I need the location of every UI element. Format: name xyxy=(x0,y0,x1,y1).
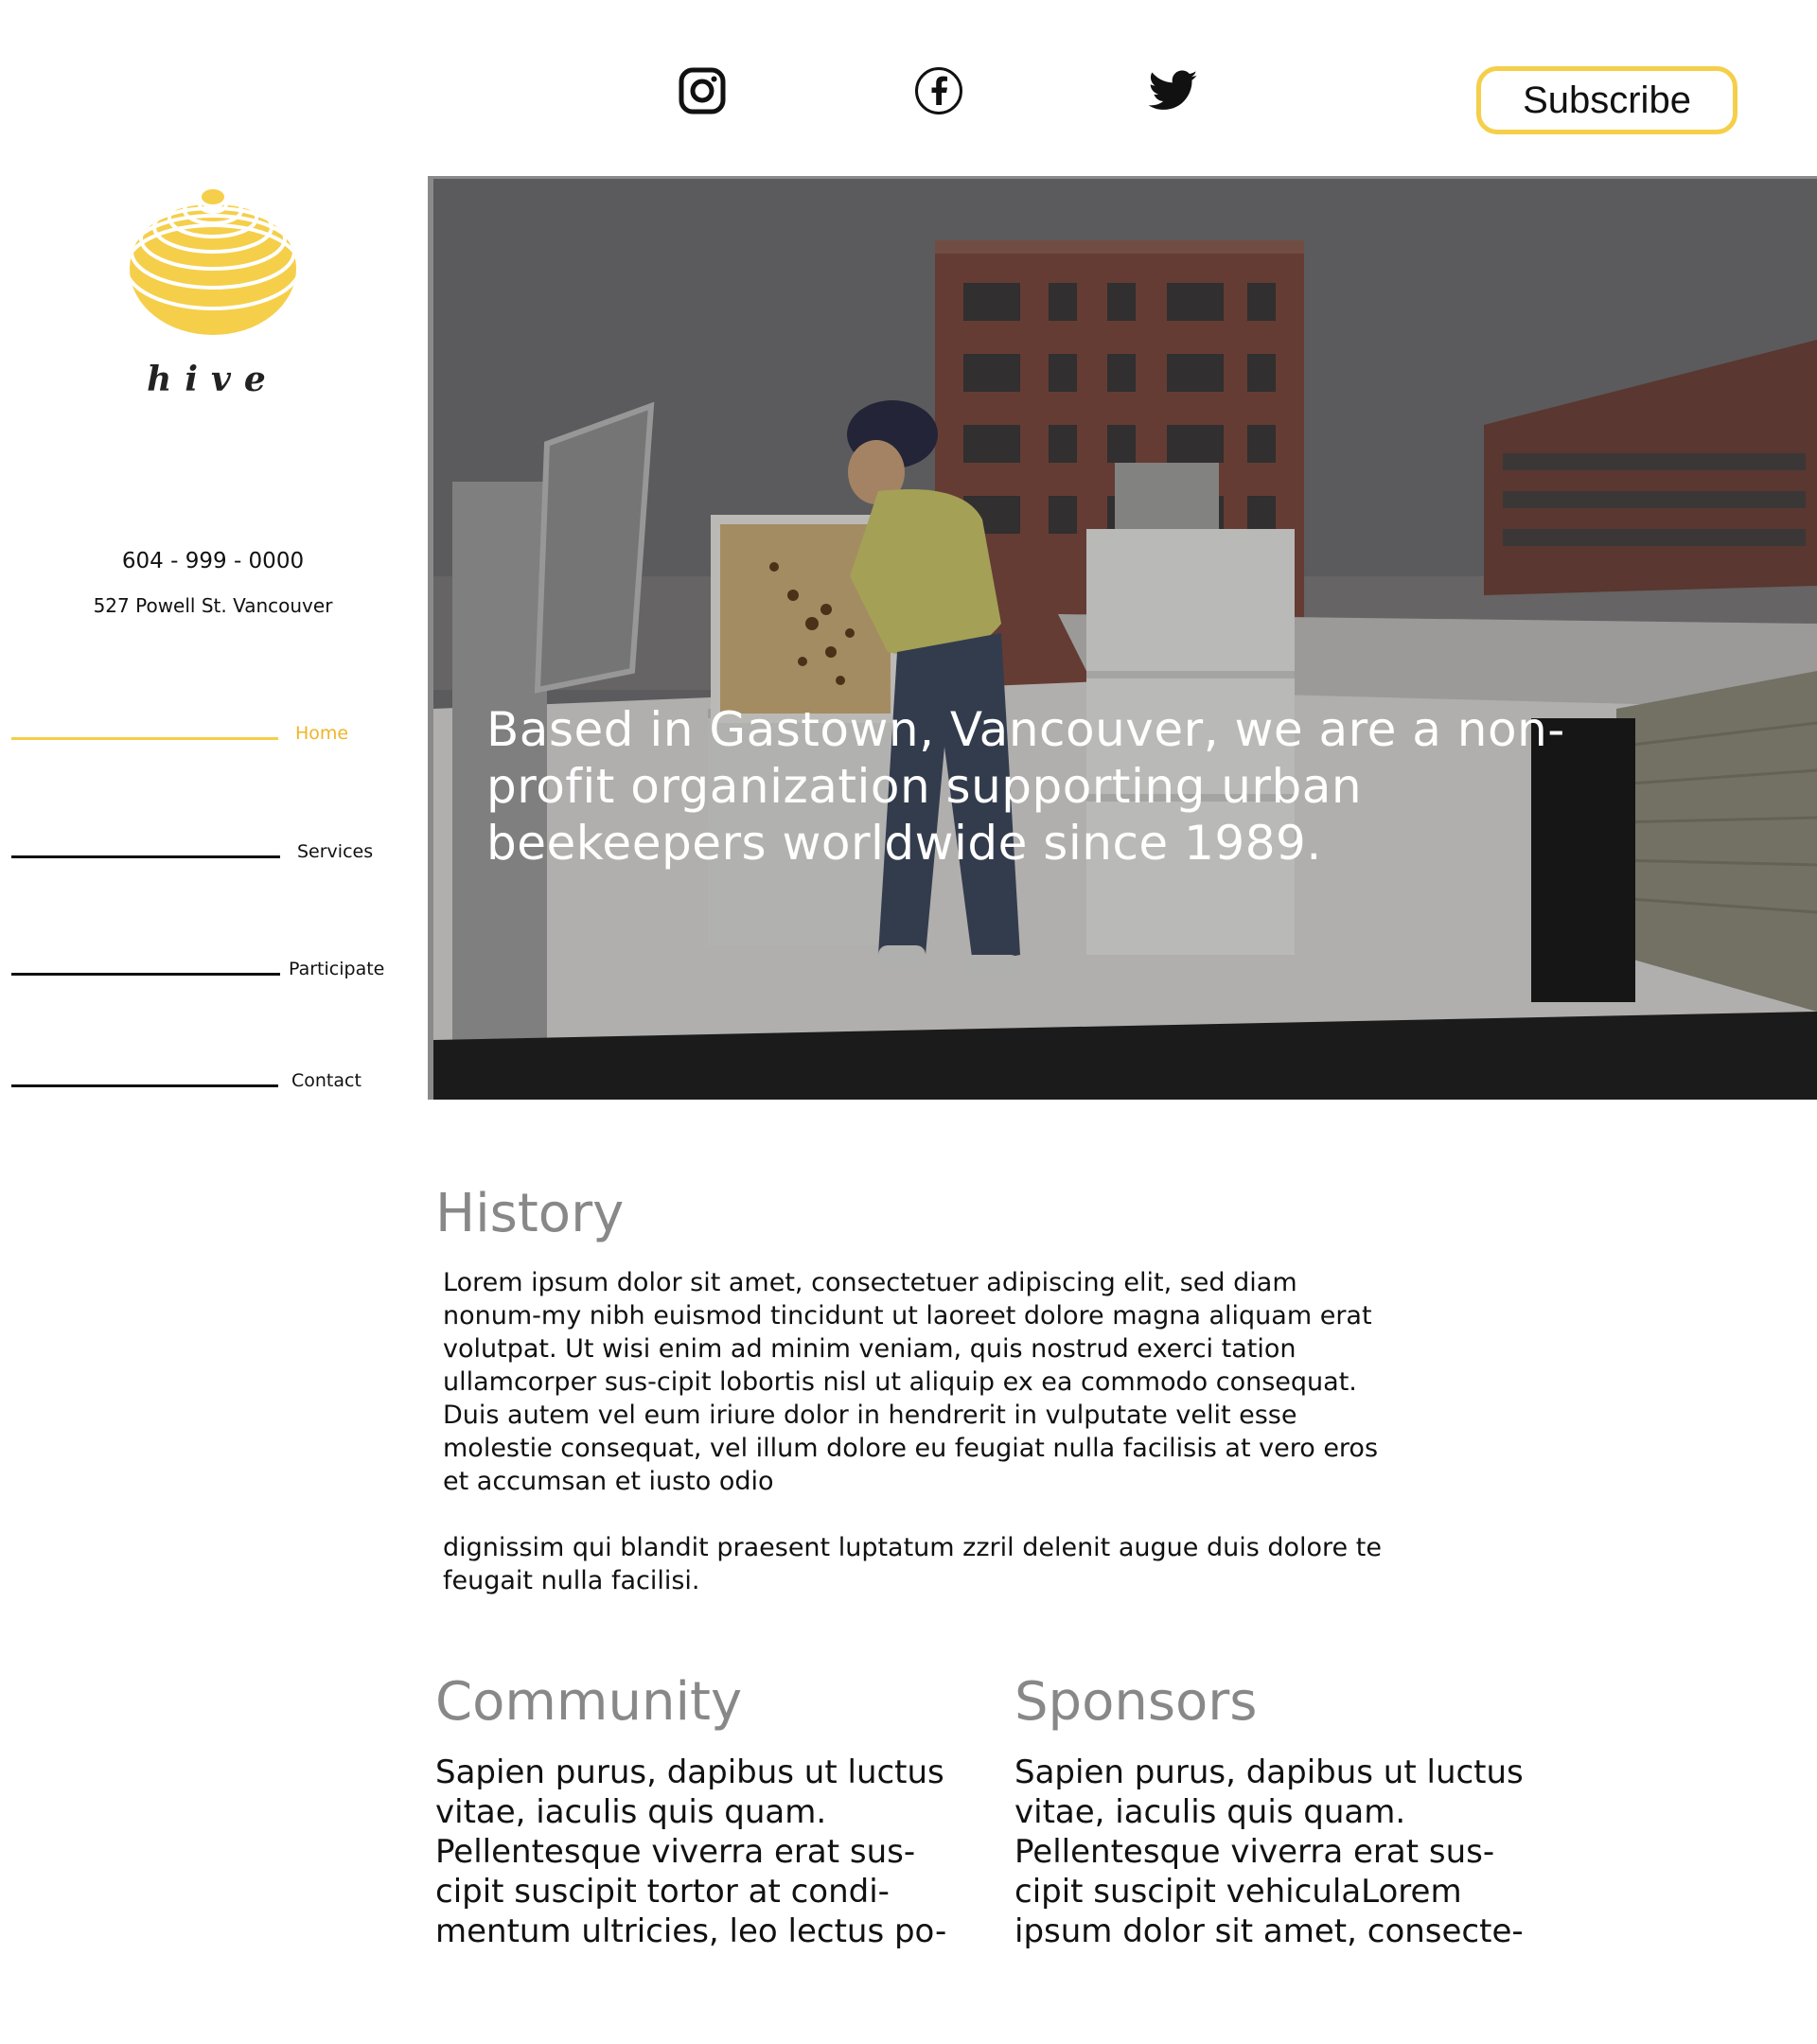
hero-photo xyxy=(433,179,1817,1100)
community-text: Sapien purus, dapibus ut luctus vitae, i… xyxy=(435,1753,947,1950)
twitter-icon[interactable] xyxy=(1149,66,1198,115)
nav-indicator-line xyxy=(11,737,278,740)
hero-tagline: Based in Gastown, Vancouver, we are a no… xyxy=(486,702,1565,871)
nav-label: Contact xyxy=(291,1070,362,1091)
nav-indicator-line xyxy=(11,1084,278,1087)
history-paragraph: dignissim qui blandit praesent luptatum … xyxy=(443,1533,1382,1595)
street-address: 527 Powell St. Vancouver xyxy=(93,594,333,617)
beehive-logo[interactable] xyxy=(123,176,303,337)
hero-banner: Based in Gastown, Vancouver, we are a no… xyxy=(428,176,1817,1100)
phone-number: 604 - 999 - 0000 xyxy=(121,549,305,573)
facebook-icon[interactable] xyxy=(914,66,963,115)
nav-label: Home xyxy=(295,723,349,744)
history-paragraph: Lorem ipsum dolor sit amet, consectetuer… xyxy=(443,1268,1379,1496)
community-heading: Community xyxy=(435,1671,743,1733)
history-text: Lorem ipsum dolor sit amet, consectetuer… xyxy=(443,1266,1389,1630)
sponsors-heading: Sponsors xyxy=(1014,1671,1258,1733)
sponsors-text: Sapien purus, dapibus ut luctus vitae, i… xyxy=(1014,1753,1524,1950)
nav-indicator-line xyxy=(11,855,280,858)
nav-indicator-line xyxy=(11,973,280,976)
instagram-icon[interactable] xyxy=(678,66,727,115)
nav-label: Participate xyxy=(289,959,385,979)
subscribe-button[interactable]: Subscribe xyxy=(1476,66,1738,134)
brand-name: hive xyxy=(147,360,279,399)
nav-label: Services xyxy=(297,841,374,862)
history-heading: History xyxy=(435,1183,625,1244)
